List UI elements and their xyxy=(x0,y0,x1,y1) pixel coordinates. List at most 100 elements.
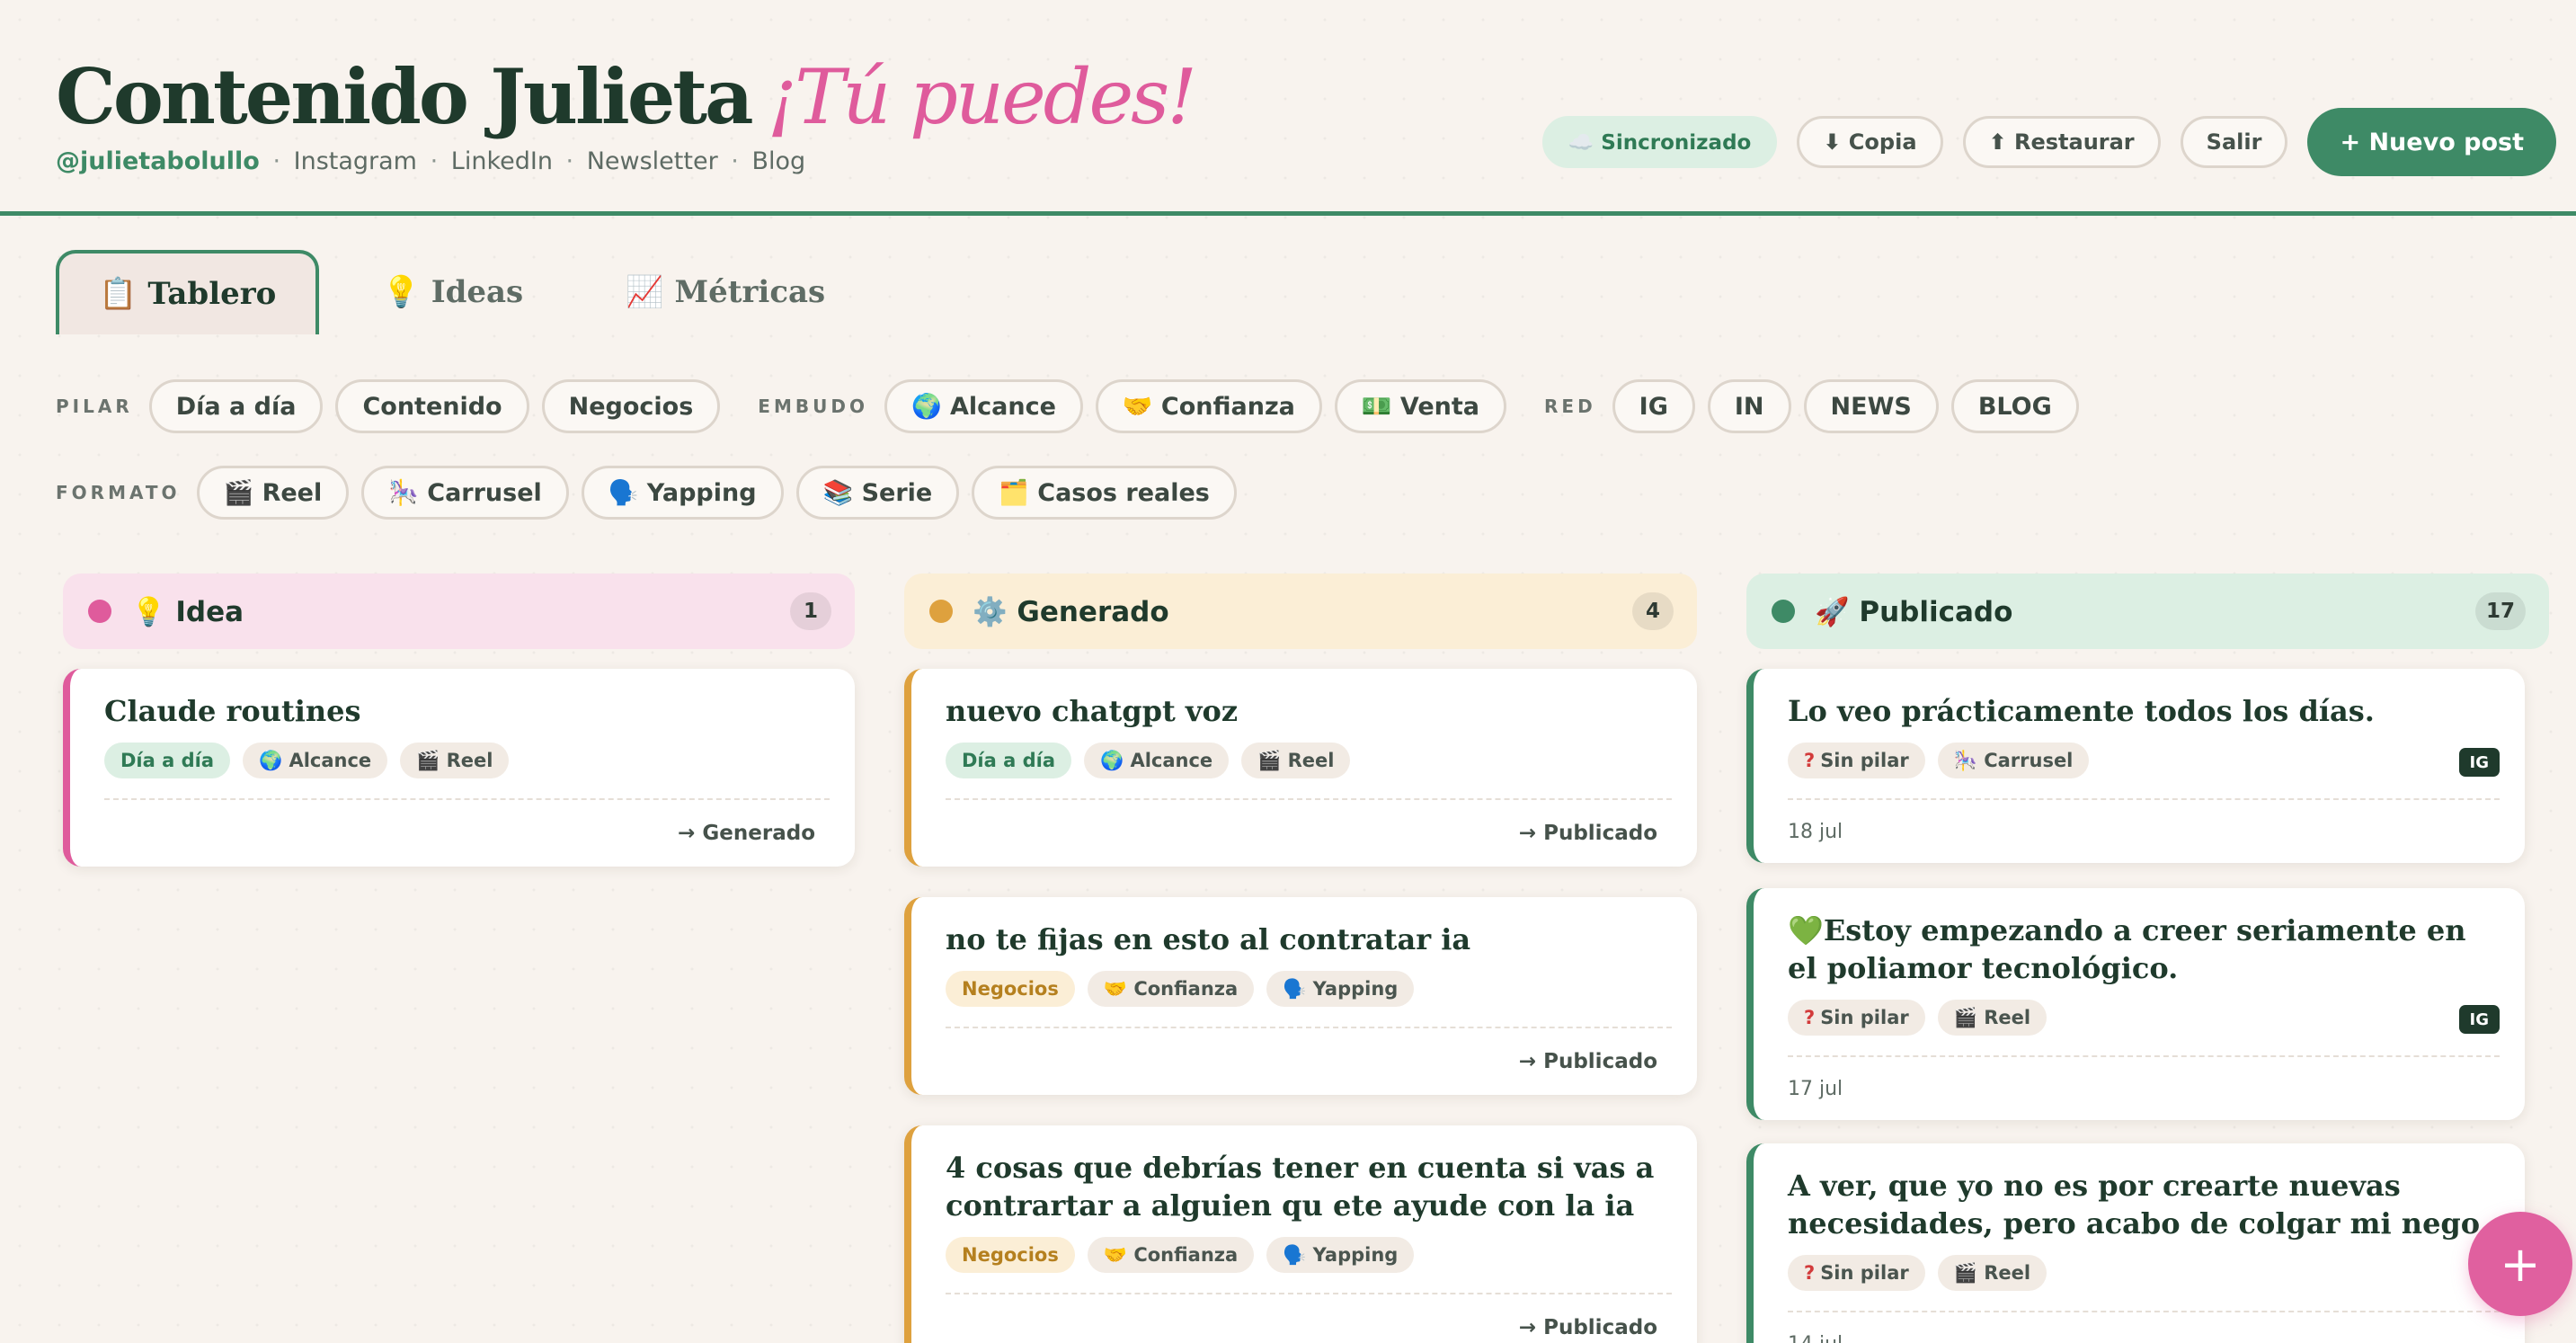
tag-embudo: 🤝 Confianza xyxy=(1087,1237,1255,1273)
column-count: 4 xyxy=(1632,592,1674,630)
status-dot xyxy=(1772,600,1795,623)
filter-label-red: RED xyxy=(1544,396,1596,417)
card-title: 4 cosas que debrías tener en cuenta si v… xyxy=(946,1151,1655,1223)
channel-newsletter: Newsletter xyxy=(586,147,718,175)
post-card[interactable]: 4 cosas que debrías tener en cuenta si v… xyxy=(904,1125,1697,1343)
filter-formato-carrusel[interactable]: 🎠 Carrusel xyxy=(361,466,569,520)
column-count: 17 xyxy=(2474,592,2526,630)
column-title: 💡 Idea xyxy=(131,595,244,628)
filter-red-in[interactable]: IN xyxy=(1707,379,1791,433)
tag-formato: 🗣️ Yapping xyxy=(1266,1237,1415,1273)
filter-embudo-alcance[interactable]: 🌍 Alcance xyxy=(884,379,1083,433)
tab-metricas[interactable]: 📈 Métricas xyxy=(586,250,865,334)
card-tags: Negocios 🤝 Confianza 🗣️ Yapping xyxy=(946,1237,1672,1273)
floating-add-button[interactable]: + xyxy=(2468,1212,2572,1316)
column-header-idea: 💡 Idea 1 xyxy=(63,574,855,649)
card-title: nuevo chatgpt voz xyxy=(946,694,1239,728)
column-count: 1 xyxy=(790,592,831,630)
filter-embudo-venta[interactable]: 💵 Venta xyxy=(1334,379,1506,433)
brand: Contenido Julieta ¡Tú puedes! xyxy=(56,52,1198,141)
post-card[interactable]: Claude routines Día a día 🌍 Alcance 🎬 Re… xyxy=(63,669,855,867)
tag-formato: 🎬 Reel xyxy=(1241,743,1351,778)
lightbulb-icon: 💡 xyxy=(382,274,421,310)
publish-date: 18 jul xyxy=(1788,820,1843,843)
filter-pilar-contenido[interactable]: Contenido xyxy=(335,379,529,433)
card-title: no te fijas en esto al contratar ia xyxy=(946,922,1471,956)
tag-embudo: 🌍 Alcance xyxy=(1084,743,1230,778)
filter-formato-casos-reales[interactable]: 🗂️ Casos reales xyxy=(972,466,1237,520)
card-title: Claude routines xyxy=(104,694,361,728)
channel-list: @julietabolullo · Instagram · LinkedIn ·… xyxy=(56,147,806,175)
card-tags: Día a día 🌍 Alcance 🎬 Reel xyxy=(946,743,1672,778)
card-tags: ? Sin pilar 🎠 Carrusel IG xyxy=(1788,743,2500,778)
filter-label-formato: FORMATO xyxy=(56,482,181,503)
tagline: ¡Tú puedes! xyxy=(767,53,1198,141)
filter-formato-reel[interactable]: 🎬 Reel xyxy=(196,466,350,520)
post-card[interactable]: nuevo chatgpt voz Día a día 🌍 Alcance 🎬 … xyxy=(904,669,1697,867)
move-to-publicado-button[interactable]: → Publicado xyxy=(1519,822,1657,845)
publish-date: 14 jul xyxy=(1788,1312,2500,1343)
red-badge: IG xyxy=(2458,1005,2500,1034)
handle: @julietabolullo xyxy=(56,147,260,175)
tab-ideas[interactable]: 💡 Ideas xyxy=(342,250,563,334)
tag-pilar: ? Sin pilar xyxy=(1788,743,1925,778)
tag-embudo: 🌍 Alcance xyxy=(243,743,388,778)
card-tags: ? Sin pilar 🎬 Reel xyxy=(1788,1255,2500,1291)
move-to-generado-button[interactable]: → Generado xyxy=(678,822,815,845)
move-to-publicado-button[interactable]: → Publicado xyxy=(1519,1316,1657,1339)
sync-status-badge: ☁️ Sincronizado xyxy=(1541,116,1778,168)
filter-red-ig[interactable]: IG xyxy=(1612,379,1695,433)
tag-embudo: 🤝 Confianza xyxy=(1087,971,1255,1007)
card-title: Lo veo prácticamente todos los días. xyxy=(1788,694,2375,728)
question-icon: ? xyxy=(1804,1007,1816,1028)
restore-button[interactable]: ⬆ Restaurar xyxy=(1962,116,2161,168)
channel-blog: Blog xyxy=(751,147,806,175)
tag-pilar: ? Sin pilar xyxy=(1788,1000,1925,1036)
tag-formato: 🎬 Reel xyxy=(1937,1255,2047,1291)
filter-row-primary: PILAR Día a día Contenido Negocios EMBUD… xyxy=(56,379,2079,433)
filter-label-pilar: PILAR xyxy=(56,396,133,417)
filter-embudo-confianza[interactable]: 🤝 Confianza xyxy=(1095,379,1322,433)
filter-label-embudo: EMBUDO xyxy=(758,396,868,417)
clipboard-icon: 📋 xyxy=(99,276,138,312)
post-card[interactable]: Lo veo prácticamente todos los días. ? Si… xyxy=(1746,669,2525,863)
app-header: Contenido Julieta ¡Tú puedes! @julietabo… xyxy=(0,0,2576,216)
column-header-publicado: 🚀 Publicado 17 xyxy=(1746,574,2549,649)
filter-red-blog[interactable]: BLOG xyxy=(1950,379,2079,433)
tag-formato: 🎬 Reel xyxy=(400,743,510,778)
move-to-publicado-button[interactable]: → Publicado xyxy=(1519,1050,1657,1073)
header-actions: ☁️ Sincronizado ⬇ Copia ⬆ Restaurar Sali… xyxy=(1541,108,2556,176)
question-icon: ? xyxy=(1804,1262,1816,1284)
tag-pilar: Negocios xyxy=(946,1237,1075,1273)
filter-red-news[interactable]: NEWS xyxy=(1803,379,1939,433)
filter-pilar-negocios[interactable]: Negocios xyxy=(541,379,721,433)
column-header-generado: ⚙️ Generado 4 xyxy=(904,574,1697,649)
card-title: 💚Estoy empezando a creer seriamente en e… xyxy=(1788,913,2466,985)
status-dot xyxy=(929,600,953,623)
filter-formato-yapping[interactable]: 🗣️ Yapping xyxy=(581,466,784,520)
question-icon: ? xyxy=(1804,750,1816,771)
column-idea: 💡 Idea 1 Claude routines Día a día 🌍 Alc… xyxy=(63,574,855,867)
filter-pilar-dia-a-dia[interactable]: Día a día xyxy=(148,379,324,433)
tag-pilar: Negocios xyxy=(946,971,1075,1007)
filter-row-formato: FORMATO 🎬 Reel 🎠 Carrusel 🗣️ Yapping 📚 S… xyxy=(56,466,1237,520)
tag-formato: 🎬 Reel xyxy=(1937,1000,2047,1036)
card-tags: Día a día 🌍 Alcance 🎬 Reel xyxy=(104,743,830,778)
publish-date: 17 jul xyxy=(1788,1077,1843,1100)
new-post-button[interactable]: + Nuevo post xyxy=(2307,108,2556,176)
tag-pilar: ? Sin pilar xyxy=(1788,1255,1925,1291)
post-card[interactable]: A ver, que yo no es por crearte nuevas n… xyxy=(1746,1143,2525,1343)
column-title: ⚙️ Generado xyxy=(973,595,1169,628)
channel-linkedin: LinkedIn xyxy=(450,147,553,175)
tag-pilar: Día a día xyxy=(104,743,230,778)
post-card[interactable]: no te fijas en esto al contratar ia Nego… xyxy=(904,897,1697,1095)
card-title: A ver, que yo no es por crearte nuevas n… xyxy=(1788,1169,2481,1241)
card-tags: ? Sin pilar 🎬 Reel IG xyxy=(1788,1000,2500,1036)
logout-button[interactable]: Salir xyxy=(2180,116,2288,168)
tab-tablero[interactable]: 📋 Tablero xyxy=(56,250,320,334)
filter-formato-serie[interactable]: 📚 Serie xyxy=(795,466,960,520)
red-badge: IG xyxy=(2458,748,2500,777)
copy-button[interactable]: ⬇ Copia xyxy=(1797,116,1943,168)
post-card[interactable]: 💚Estoy empezando a creer seriamente en e… xyxy=(1746,888,2525,1120)
status-dot xyxy=(88,600,111,623)
